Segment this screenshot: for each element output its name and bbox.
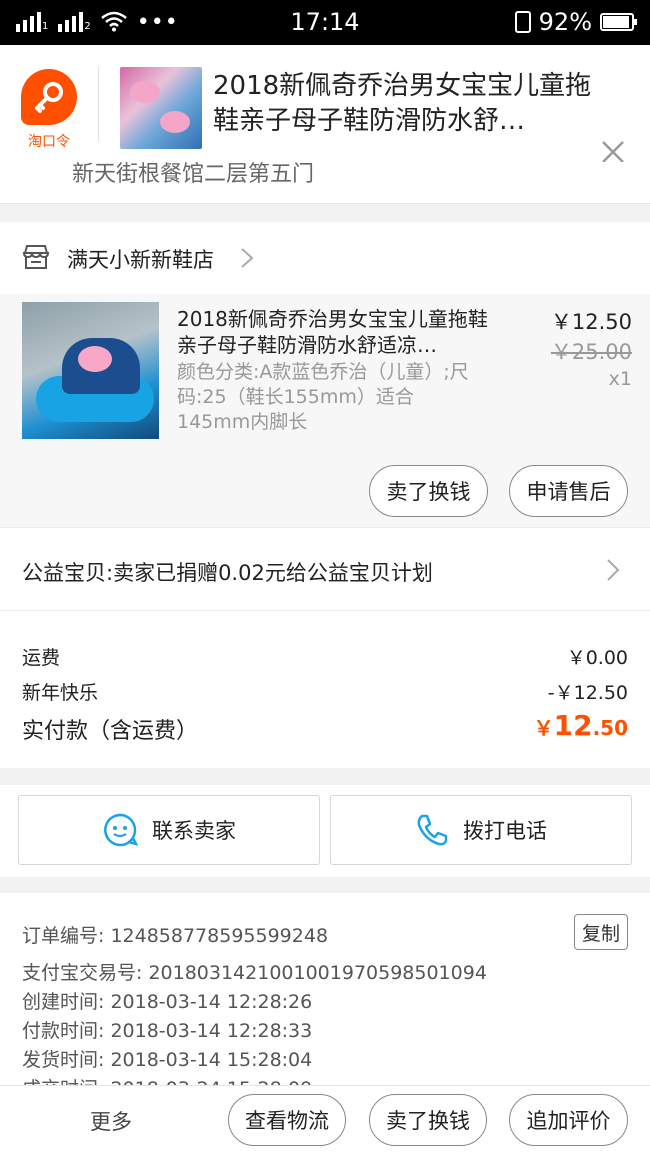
discount-label: 新年快乐 (22, 682, 99, 704)
copy-button[interactable]: 复制 (574, 914, 628, 950)
sell-button[interactable]: 卖了换钱 (369, 1094, 487, 1146)
divider (98, 67, 99, 141)
shop-header[interactable]: 满天小新新鞋店 (0, 222, 650, 294)
aftersale-button[interactable]: 申请售后 (509, 465, 628, 517)
product-thumbnail (120, 67, 202, 149)
discount-value: -￥12.50 (547, 682, 628, 704)
taokouling-title: 2018新佩奇乔治男女宝宝儿童拖鞋亲子母子鞋防滑防水舒… (213, 71, 592, 136)
shop-name: 满天小新新鞋店 (67, 248, 214, 272)
key-icon (21, 69, 77, 125)
charity-text: 公益宝贝:卖家已捐赠0.02元给公益宝贝计划 (22, 561, 433, 585)
alipay-number: 支付宝交易号: 2018031421001001970598501094 (22, 962, 487, 984)
total-decimal: .50 (592, 716, 628, 740)
contact-seller-button[interactable]: 联系卖家 (18, 795, 320, 865)
battery-icon (600, 13, 637, 31)
total-label: 实付款（含运费） (22, 719, 199, 744)
total-row: 实付款（含运费） ￥12.50 (22, 709, 628, 745)
item-original-price: ￥25.00 (550, 340, 632, 364)
vibrate-icon (514, 11, 531, 33)
item-quantity: x1 (608, 368, 632, 390)
shipping-row: 运费 ￥0.00 (22, 643, 628, 670)
more-button[interactable]: 更多 (90, 1106, 132, 1136)
discount-row: 新年快乐 -￥12.50 (22, 678, 628, 705)
shop-section: 满天小新新鞋店 2018新佩奇乔治男女宝宝儿童拖鞋亲子母子鞋防滑防水舒适凉… 颜… (0, 222, 650, 527)
order-number: 订单编号: 1248587785955992​48 (22, 925, 329, 947)
created-time: 创建时间: 2018-03-14 12:28:26 (22, 991, 313, 1013)
item-image (22, 302, 159, 439)
chevron-right-icon (241, 248, 254, 268)
completed-time: 成交时间: 2018-03-24 15:28:09 (22, 1074, 312, 1085)
contact-seller-label: 联系卖家 (152, 819, 236, 843)
contact-section: 联系卖家 拨打电话 (0, 785, 650, 877)
item-price: ￥12.50 (550, 310, 632, 334)
address-text: 新天街根餐馆二层第五门 (72, 162, 315, 187)
pig-graphic (130, 81, 160, 103)
call-label: 拨打电话 (463, 819, 547, 843)
call-button[interactable]: 拨打电话 (330, 795, 632, 865)
paid-time: 付款时间: 2018-03-14 12:28:33 (22, 1020, 313, 1042)
taokouling-banner[interactable]: 淘口令 2018新佩奇乔治男女宝宝儿童拖鞋亲子母子鞋防滑防水舒… (0, 45, 650, 163)
battery-percent: 92% (538, 8, 592, 36)
sell-button[interactable]: 卖了换钱 (369, 465, 488, 517)
add-review-button[interactable]: 追加评价 (509, 1094, 628, 1146)
taokouling-caption: 淘口令 (28, 134, 70, 150)
fee-summary: 运费 ￥0.00 新年快乐 -￥12.50 实付款（含运费） ￥12.50 (0, 611, 650, 768)
pig-graphic (78, 346, 112, 372)
shipping-label: 运费 (22, 647, 61, 669)
taokouling-logo: 淘口令 (18, 69, 80, 150)
total-integer: 12 (553, 709, 593, 742)
item-sku: 颜色分类:A款蓝色乔治（儿童）;尺码:25（鞋长155mm）适合145mm内脚长 (177, 361, 469, 433)
shop-icon (22, 245, 50, 269)
battery-fill (603, 16, 629, 28)
order-item[interactable]: 2018新佩奇乔治男女宝宝儿童拖鞋亲子母子鞋防滑防水舒适凉… 颜色分类:A款蓝色… (0, 294, 650, 527)
total-currency: ￥ (533, 716, 554, 740)
bottom-action-bar: 更多 查看物流 卖了换钱 追加评价 (0, 1085, 650, 1155)
phone-icon (417, 814, 448, 846)
chat-smile-icon (104, 813, 138, 847)
chevron-right-icon (607, 559, 620, 581)
total-value: ￥12.50 (534, 709, 628, 742)
status-bar: 1 2 ••• 17:14 92% (0, 0, 650, 45)
charity-row[interactable]: 公益宝贝:卖家已捐赠0.02元给公益宝贝计划 (0, 527, 650, 611)
shipped-time: 发货时间: 2018-03-14 15:28:04 (22, 1049, 313, 1071)
address-remnant: 新天街根餐馆二层第五门 (0, 162, 650, 204)
view-logistics-button[interactable]: 查看物流 (228, 1094, 346, 1146)
pig-graphic (160, 111, 190, 133)
status-right: 92% (514, 8, 637, 36)
shipping-value: ￥0.00 (566, 647, 628, 669)
order-info: 订单编号: 1248587785955992​48 复制 支付宝交易号: 201… (0, 893, 650, 1085)
item-title: 2018新佩奇乔治男女宝宝儿童拖鞋亲子母子鞋防滑防水舒适凉… (177, 307, 488, 357)
